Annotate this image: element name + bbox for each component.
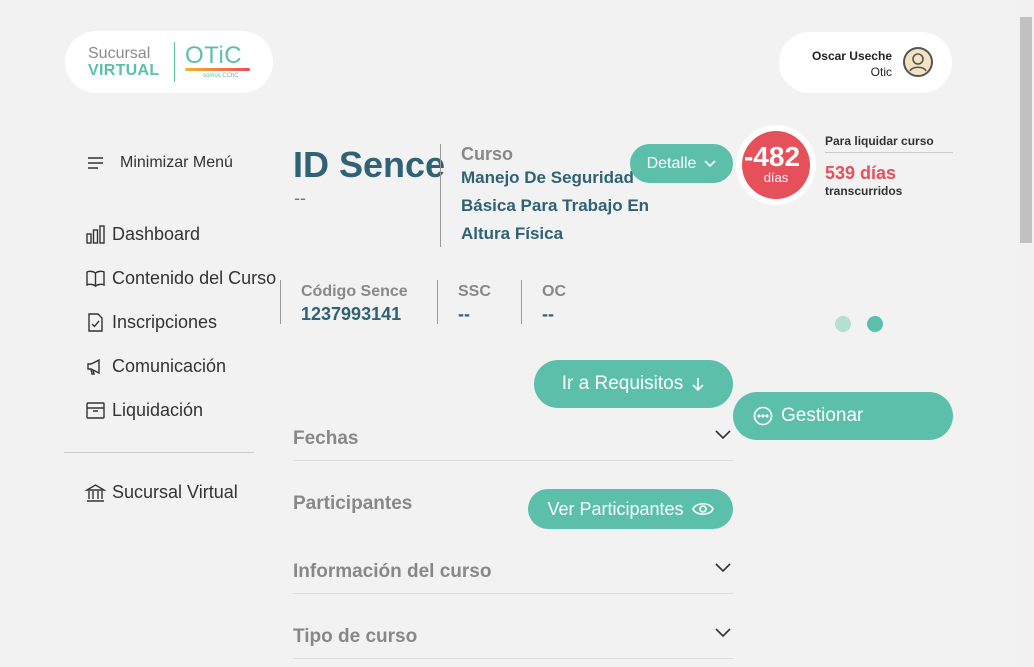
sidebar-item-inscripciones[interactable]: Inscripciones (85, 312, 217, 333)
carousel-dot-1[interactable] (835, 316, 851, 332)
megaphone-icon (87, 358, 100, 375)
requisitos-label: Ir a Requisitos (561, 373, 684, 394)
sidebar-item-contenido[interactable]: Contenido del Curso (85, 268, 276, 289)
ssc-label: SSC (458, 283, 491, 300)
gestionar-label: Gestionar (781, 405, 864, 426)
scrollbar-thumb[interactable] (1020, 17, 1032, 243)
sidebar-item-dashboard[interactable]: Dashboard (85, 224, 200, 245)
logo-line2: VIRTUAL (88, 62, 160, 79)
bank-icon (85, 484, 106, 502)
brand-logo[interactable]: Sucursal VIRTUAL OTiC somos CChC (65, 31, 273, 93)
sidebar-item-label: Contenido del Curso (112, 268, 277, 288)
sidebar-item-label: Comunicación (112, 356, 227, 376)
sidebar-item-sucursal-virtual[interactable]: Sucursal Virtual (85, 482, 238, 503)
chevron-down-icon (704, 159, 716, 167)
book-icon (86, 270, 105, 288)
sidebar-item-comunicacion[interactable]: Comunicación (85, 356, 226, 377)
gestionar-button[interactable]: Gestionar (733, 392, 953, 440)
section-divider (293, 593, 733, 594)
sidebar-item-label: Sucursal Virtual (112, 482, 238, 502)
codigo-sence-label: Código Sence (301, 283, 408, 300)
header-divider (440, 144, 441, 247)
section-informacion[interactable]: Información del curso (293, 561, 491, 583)
logo-divider (174, 42, 175, 82)
logo-brand: OTiC (185, 42, 243, 69)
ver-participantes-label: Ver Participantes (547, 498, 684, 519)
section-fechas[interactable]: Fechas (293, 428, 358, 450)
curso-label: Curso (461, 144, 514, 164)
more-circle-icon (753, 406, 773, 426)
section-divider (293, 460, 733, 461)
days-number: -482 (743, 141, 801, 172)
sidebar-divider (64, 452, 254, 453)
archive-box-icon (86, 402, 105, 419)
detalle-label: Detalle (646, 154, 697, 172)
user-menu[interactable]: Oscar Useche Otic (779, 32, 952, 93)
sidebar-item-liquidacion[interactable]: Liquidación (85, 400, 203, 421)
id-sence-value: -- (294, 188, 306, 208)
codigo-sence-value: 1237993141 (301, 304, 402, 324)
ssc-value: -- (458, 304, 470, 324)
user-avatar-icon[interactable] (903, 47, 933, 77)
ver-participantes-button[interactable]: Ver Participantes (528, 489, 733, 529)
days-counter: -482 días (736, 125, 816, 205)
chevron-down-icon[interactable] (714, 561, 732, 573)
hamburger-icon (88, 157, 103, 169)
minimize-menu-button[interactable]: Minimizar Menú (85, 152, 233, 173)
carousel-dot-2[interactable] (867, 316, 883, 332)
elapsed-label: transcurridos (825, 184, 903, 198)
user-org: Otic (870, 65, 892, 79)
logo-tagline: somos CChC (203, 73, 239, 79)
user-name: Oscar Useche (811, 49, 892, 63)
document-check-icon (88, 313, 103, 332)
elapsed-days: 539 días (825, 163, 897, 183)
arrow-down-icon (692, 378, 704, 392)
section-participantes: Participantes (293, 493, 413, 514)
codes-divider (437, 280, 438, 324)
oc-label: OC (542, 283, 566, 300)
detalle-button[interactable]: Detalle (630, 144, 733, 183)
oc-value: -- (542, 304, 554, 324)
chevron-down-icon[interactable] (714, 626, 732, 638)
sidebar-item-label: Dashboard (112, 224, 201, 244)
codes-divider (521, 280, 522, 324)
logo-bar (185, 68, 250, 71)
id-sence-title: ID Sence (293, 144, 446, 185)
liquidar-divider (825, 152, 953, 153)
section-divider (293, 658, 733, 659)
section-tipo[interactable]: Tipo de curso (293, 626, 417, 648)
logo-line1: Sucursal (88, 45, 151, 62)
liquidar-label: Para liquidar curso (825, 134, 934, 148)
codes-divider-left (280, 280, 281, 324)
curso-name: Manejo De Seguridad Básica Para Trabajo … (461, 168, 650, 243)
minimize-menu-label: Minimizar Menú (120, 153, 233, 171)
bar-chart-icon (86, 225, 105, 244)
sidebar-item-label: Liquidación (112, 400, 204, 420)
sidebar-item-label: Inscripciones (112, 312, 218, 332)
eye-icon (691, 502, 714, 516)
ir-a-requisitos-button[interactable]: Ir a Requisitos (534, 360, 733, 408)
chevron-down-icon[interactable] (714, 428, 732, 440)
days-word: días (763, 170, 789, 185)
